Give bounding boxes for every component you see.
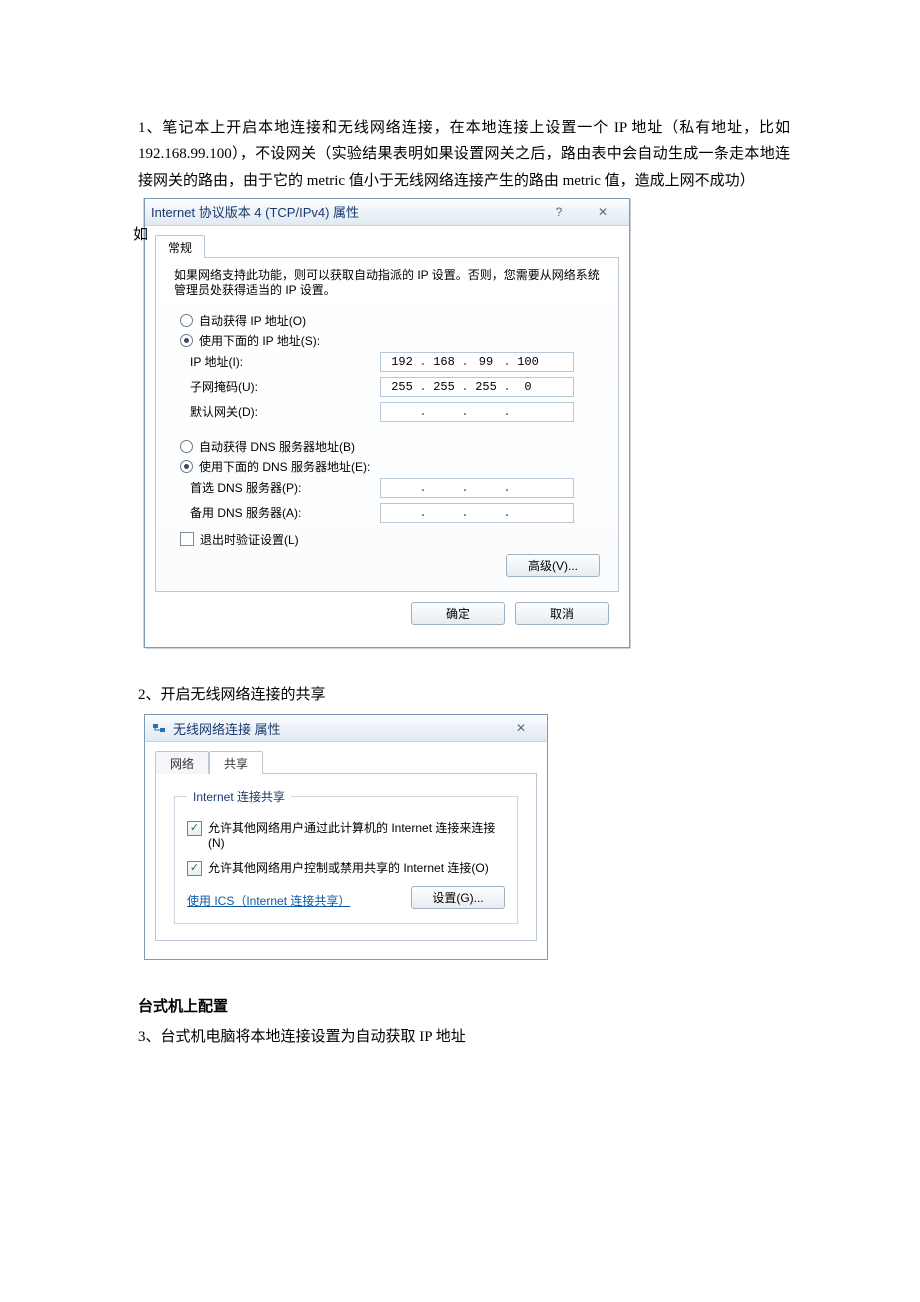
close-icon[interactable]: ✕ (501, 719, 541, 737)
network-icon (151, 720, 167, 736)
help-icon[interactable]: ? (539, 203, 579, 221)
allow-connect-checkbox[interactable] (187, 821, 202, 836)
gateway-label: 默认网关(D): (190, 403, 380, 420)
tab-general[interactable]: 常规 (155, 235, 205, 258)
radio-use-dns-label: 使用下面的 DNS 服务器地址(E): (199, 458, 370, 475)
validate-checkbox[interactable] (180, 532, 194, 546)
dns1-input[interactable]: . . . (380, 478, 574, 498)
ics-link[interactable]: 使用 ICS（Internet 连接共享） (187, 892, 350, 909)
allow-control-label: 允许其他网络用户控制或禁用共享的 Internet 连接(O) (208, 861, 489, 876)
tab-network[interactable]: 网络 (155, 751, 209, 774)
cancel-button[interactable]: 取消 (515, 602, 609, 625)
mask-oct-2[interactable]: 255 (427, 380, 461, 394)
radio-auto-ip[interactable] (180, 314, 193, 327)
description-text: 如果网络支持此功能，则可以获取自动指派的 IP 设置。否则，您需要从网络系统管理… (174, 268, 600, 298)
ip-address-input[interactable]: 192. 168. 99. 100 (380, 352, 574, 372)
radio-use-ip-label: 使用下面的 IP 地址(S): (199, 332, 320, 349)
radio-auto-ip-label: 自动获得 IP 地址(O) (199, 312, 306, 329)
ics-fieldset: Internet 连接共享 允许其他网络用户通过此计算机的 Internet 连… (174, 788, 518, 924)
radio-use-dns[interactable] (180, 460, 193, 473)
mask-oct-1[interactable]: 255 (385, 380, 419, 394)
gateway-input[interactable]: . . . (380, 402, 574, 422)
paragraph-1: 1、笔记本上开启本地连接和无线网络连接，在本地连接上设置一个 IP 地址（私有地… (138, 115, 790, 194)
ip-oct-2[interactable]: 168 (427, 355, 461, 369)
dns2-label: 备用 DNS 服务器(A): (190, 504, 380, 521)
heading-desktop-config: 台式机上配置 (138, 994, 790, 1020)
subnet-mask-input[interactable]: 255. 255. 255. 0 (380, 377, 574, 397)
radio-auto-dns-label: 自动获得 DNS 服务器地址(B) (199, 438, 355, 455)
dns1-label: 首选 DNS 服务器(P): (190, 479, 380, 496)
dns2-input[interactable]: . . . (380, 503, 574, 523)
settings-button[interactable]: 设置(G)... (411, 886, 505, 909)
ok-button[interactable]: 确定 (411, 602, 505, 625)
paragraph-2: 2、开启无线网络连接的共享 (138, 682, 790, 708)
ip-address-label: IP 地址(I): (190, 353, 380, 370)
paragraph-3: 3、台式机电脑将本地连接设置为自动获取 IP 地址 (138, 1024, 790, 1050)
radio-auto-dns[interactable] (180, 440, 193, 453)
radio-use-ip[interactable] (180, 334, 193, 347)
cropped-char: 如 (133, 223, 148, 244)
mask-oct-3[interactable]: 255 (469, 380, 503, 394)
allow-control-checkbox[interactable] (187, 861, 202, 876)
tab-sharing[interactable]: 共享 (209, 751, 263, 774)
ip-oct-1[interactable]: 192 (385, 355, 419, 369)
tcpip-properties-dialog: 如 Internet 协议版本 4 (TCP/IPv4) 属性 ? ✕ 常规 如… (144, 198, 630, 648)
dialog2-titlebar: 无线网络连接 属性 ✕ (145, 715, 547, 742)
ip-oct-4[interactable]: 100 (511, 355, 545, 369)
validate-label: 退出时验证设置(L) (200, 531, 299, 548)
subnet-mask-label: 子网掩码(U): (190, 378, 380, 395)
wireless-properties-dialog: 无线网络连接 属性 ✕ 网络 共享 Internet 连接共享 允许其他网络用户… (144, 714, 548, 960)
dialog-titlebar: Internet 协议版本 4 (TCP/IPv4) 属性 ? ✕ (145, 199, 629, 226)
allow-connect-label: 允许其他网络用户通过此计算机的 Internet 连接来连接(N) (208, 821, 505, 851)
dialog-title: Internet 协议版本 4 (TCP/IPv4) 属性 (151, 202, 535, 221)
mask-oct-4[interactable]: 0 (511, 380, 545, 394)
close-icon[interactable]: ✕ (583, 203, 623, 221)
dialog2-title: 无线网络连接 属性 (173, 719, 497, 738)
ip-oct-3[interactable]: 99 (469, 355, 503, 369)
advanced-button[interactable]: 高级(V)... (506, 554, 600, 577)
ics-legend: Internet 连接共享 (187, 788, 291, 805)
